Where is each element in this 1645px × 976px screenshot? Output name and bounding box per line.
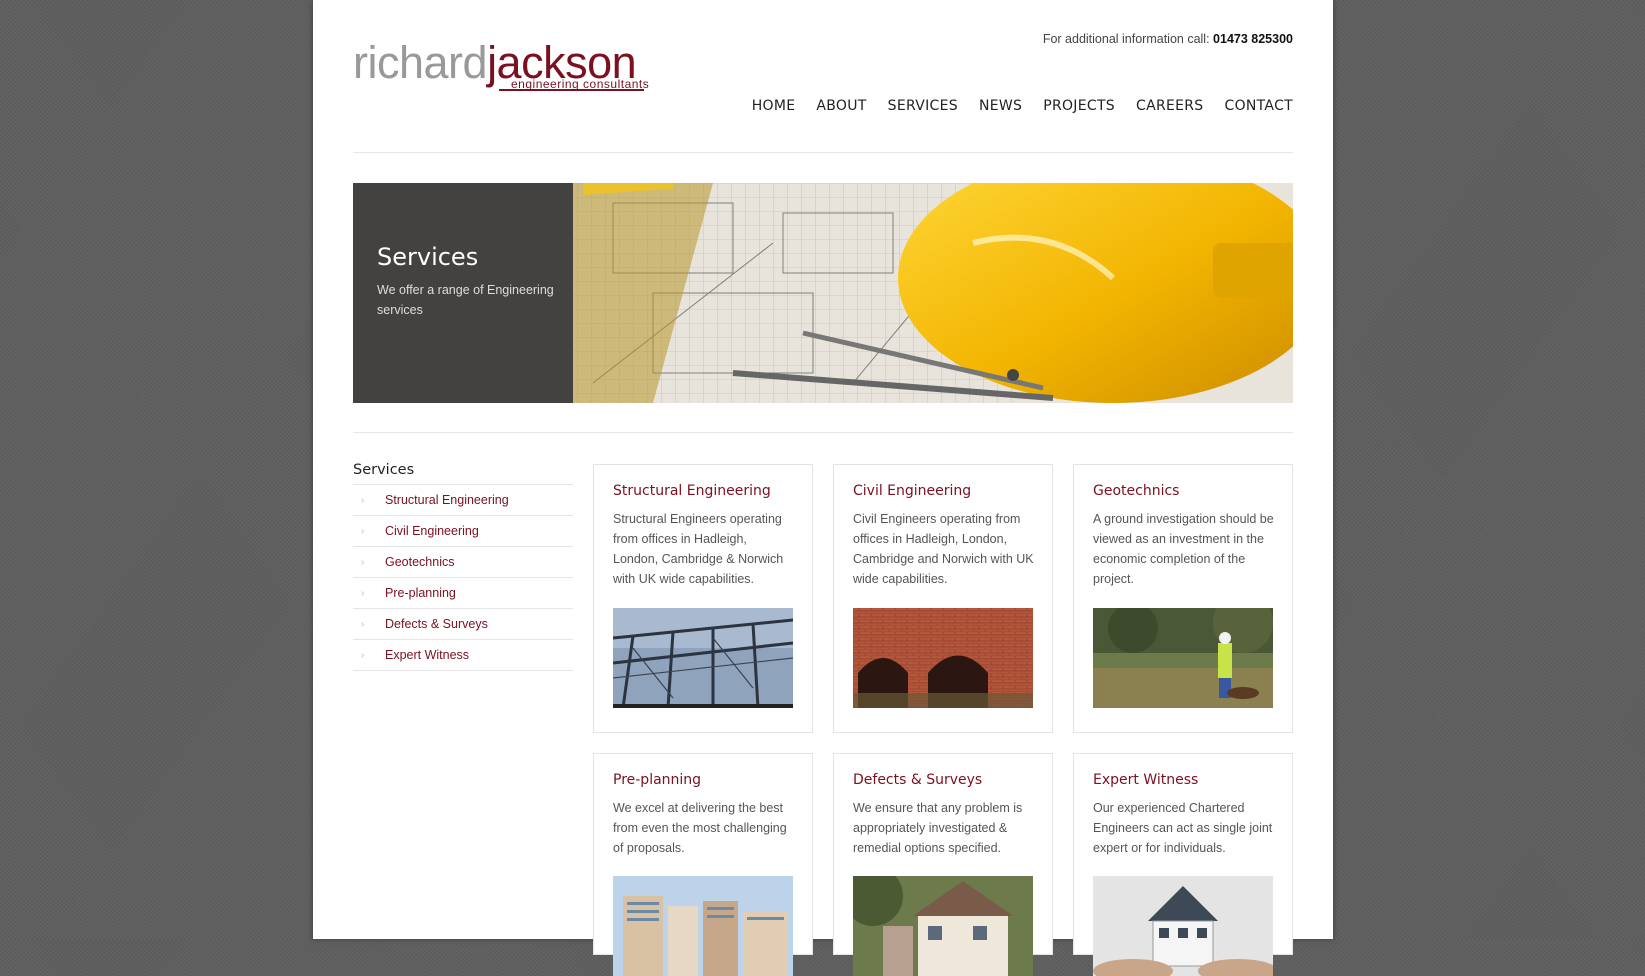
sidebar-title: Services: [353, 462, 415, 478]
card-text: Civil Engineers operating from offices i…: [853, 512, 1034, 586]
sidebar-item-geotechnics[interactable]: › Geotechnics: [353, 547, 573, 578]
sidebar-item-label[interactable]: Geotechnics: [385, 555, 454, 569]
nav-services[interactable]: SERVICES: [888, 98, 958, 114]
card-image-brick-arches[interactable]: [853, 608, 1033, 708]
nav-contact[interactable]: CONTACT: [1225, 98, 1294, 114]
sidebar-item-label[interactable]: Structural Engineering: [385, 493, 509, 507]
nav-news[interactable]: NEWS: [979, 98, 1022, 114]
sidebar-item-label[interactable]: Civil Engineering: [385, 524, 479, 538]
card-image-building-render[interactable]: [613, 876, 793, 976]
call-text: For additional information call:: [1042, 32, 1210, 46]
service-card-structural-engineering[interactable]: Structural Engineering Structural Engine…: [593, 464, 813, 733]
chevron-right-icon: ›: [361, 649, 365, 661]
card-text: We excel at delivering the best from eve…: [613, 801, 787, 855]
card-image-steel-frame[interactable]: [613, 608, 793, 708]
phone-number[interactable]: 01473 825300: [1213, 32, 1293, 46]
banner-divider: [353, 432, 1293, 433]
logo-tagline: engineering consultants: [511, 77, 650, 91]
nav-careers[interactable]: CAREERS: [1136, 98, 1204, 114]
nav-home[interactable]: HOME: [752, 98, 796, 114]
chevron-right-icon: ›: [361, 618, 365, 630]
banner-subtitle: We offer a range of Engineering services: [377, 283, 554, 317]
chevron-right-icon: ›: [361, 556, 365, 568]
sidebar-item-pre-planning[interactable]: › Pre-planning: [353, 578, 573, 609]
sidebar-item-label[interactable]: Pre-planning: [385, 586, 456, 600]
card-image-ground-investigation[interactable]: [1093, 608, 1273, 708]
service-card-expert-witness[interactable]: Expert Witness Our experienced Chartered…: [1073, 753, 1293, 976]
card-text: We ensure that any problem is appropriat…: [853, 801, 1023, 855]
sidebar-list: › Structural Engineering › Civil Engineeri…: [353, 484, 573, 671]
sidebar-item-label[interactable]: Expert Witness: [385, 648, 469, 662]
card-text: Structural Engineers operating from offi…: [613, 512, 784, 586]
service-card-pre-planning[interactable]: Pre-planning We excel at delivering the …: [593, 753, 813, 976]
sidebar-item-defects-surveys[interactable]: › Defects & Surveys: [353, 609, 573, 640]
sidebar-item-label[interactable]: Defects & Surveys: [385, 617, 488, 631]
site-logo[interactable]: richardjackson engineering consultants: [353, 40, 673, 92]
card-title[interactable]: Expert Witness: [1093, 772, 1198, 788]
sidebar-item-structural-engineering[interactable]: › Structural Engineering: [353, 485, 573, 516]
sidebar-item-expert-witness[interactable]: › Expert Witness: [353, 640, 573, 671]
service-card-geotechnics[interactable]: Geotechnics A ground investigation shoul…: [1073, 464, 1293, 733]
services-sidebar: Services › Structural Engineering › Civil …: [353, 462, 573, 671]
hero-banner: Services We offer a range of Engineering…: [353, 183, 1293, 403]
chevron-right-icon: ›: [361, 494, 365, 506]
header-divider: [353, 152, 1293, 153]
card-title[interactable]: Geotechnics: [1093, 483, 1179, 499]
chevron-right-icon: ›: [361, 525, 365, 537]
page-container: richardjackson engineering consultants F…: [313, 0, 1333, 976]
service-card-defects-surveys[interactable]: Defects & Surveys We ensure that any pro…: [833, 753, 1053, 976]
banner-caption: Services We offer a range of Engineering…: [353, 183, 573, 403]
contact-phone-line: For additional information call: 01473 8…: [1043, 32, 1293, 46]
logo-part-richard: richard: [353, 37, 488, 88]
nav-projects[interactable]: PROJECTS: [1043, 98, 1115, 114]
content-wrapper: richardjackson engineering consultants F…: [353, 0, 1293, 976]
card-text: A ground investigation should be viewed …: [1093, 512, 1274, 586]
card-title[interactable]: Defects & Surveys: [853, 772, 982, 788]
card-text: Our experienced Chartered Engineers can …: [1093, 801, 1273, 855]
card-image-model-house[interactable]: [1093, 876, 1273, 976]
banner-title: Services: [377, 243, 479, 271]
service-card-civil-engineering[interactable]: Civil Engineering Civil Engineers operat…: [833, 464, 1053, 733]
card-image-house-survey[interactable]: [853, 876, 1033, 976]
main-nav: HOME ABOUT SERVICES NEWS PROJECTS CAREER…: [731, 98, 1293, 114]
card-title[interactable]: Civil Engineering: [853, 483, 971, 499]
nav-about[interactable]: ABOUT: [816, 98, 866, 114]
chevron-right-icon: ›: [361, 587, 365, 599]
card-title[interactable]: Pre-planning: [613, 772, 701, 788]
card-title[interactable]: Structural Engineering: [613, 483, 771, 499]
sidebar-item-civil-engineering[interactable]: › Civil Engineering: [353, 516, 573, 547]
